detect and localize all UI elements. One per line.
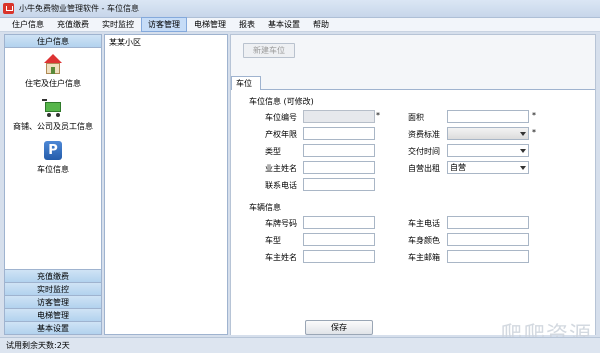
label-pay-time: 交付时间: [408, 147, 440, 156]
area-field[interactable]: [447, 110, 529, 123]
menu-payment[interactable]: 充值缴费: [51, 18, 95, 31]
label-type: 类型: [265, 147, 281, 156]
sidebar-section-elevator[interactable]: 电梯管理: [5, 308, 101, 321]
type-field[interactable]: [303, 144, 375, 157]
label-car-owner-email: 车主邮箱: [408, 253, 440, 262]
label-rent-mode: 自营出租: [408, 164, 440, 173]
sidebar-item-housing[interactable]: 住宅及住户信息: [5, 54, 101, 89]
label-car-type: 车型: [265, 236, 281, 245]
trial-days-status: 试用剩余天数:2天: [6, 341, 70, 350]
label-owner-name: 业主姓名: [265, 164, 297, 173]
sidebar-item-label: 住宅及住户信息: [25, 79, 81, 88]
sidebar-item-label: 商铺、公司及员工信息: [13, 122, 93, 131]
owner-name-field[interactable]: [303, 161, 375, 174]
tab-parking[interactable]: 车位: [231, 76, 261, 90]
label-car-owner-name: 车主姓名: [265, 253, 297, 262]
title-bar: 小牛免费物业管理软件 - 车位信息: [0, 0, 600, 18]
contact-field[interactable]: [303, 178, 375, 191]
required-mark: *: [376, 111, 380, 120]
sidebar-section-monitor[interactable]: 实时监控: [5, 282, 101, 295]
pay-time-select[interactable]: [447, 144, 529, 157]
chevron-down-icon: [520, 132, 526, 136]
shopping-cart-icon: [42, 97, 64, 119]
fee-standard-select[interactable]: [447, 127, 529, 140]
ownership-field[interactable]: [303, 127, 375, 140]
rent-mode-select[interactable]: 自营: [447, 161, 529, 174]
house-icon: [42, 54, 64, 76]
menu-settings[interactable]: 基本设置: [262, 18, 306, 31]
new-parking-button[interactable]: 新建车位: [243, 43, 295, 58]
save-button[interactable]: 保存: [305, 320, 373, 335]
sidebar-item-parking[interactable]: P 车位信息: [5, 140, 101, 175]
menu-elevator[interactable]: 电梯管理: [188, 18, 232, 31]
section-vehicle-info: 车辆信息: [249, 203, 281, 212]
menu-bar: 住户信息 充值缴费 实时监控 访客管理 电梯管理 报表 基本设置 帮助: [0, 17, 600, 32]
tab-content: 车位信息 (可修改) 车位编号 * 面积 * 产权年限 资费标准 * 类型 交付…: [231, 89, 595, 335]
label-ownership: 产权年限: [265, 130, 297, 139]
car-owner-name-field[interactable]: [303, 250, 375, 263]
label-car-owner-phone: 车主电话: [408, 219, 440, 228]
tree-panel: 某某小区: [104, 34, 228, 335]
car-type-field[interactable]: [303, 233, 375, 246]
tree-node-community[interactable]: 某某小区: [105, 35, 227, 50]
chevron-down-icon: [520, 149, 526, 153]
car-color-field[interactable]: [447, 233, 529, 246]
window-title: 小牛免费物业管理软件 - 车位信息: [19, 4, 139, 13]
sidebar: 住户信息 住宅及住户信息 商铺、公司及员工信息 P 车位信息 充值缴费 实时监控…: [4, 34, 102, 335]
chevron-down-icon: [520, 166, 526, 170]
sidebar-section-settings[interactable]: 基本设置: [5, 321, 101, 334]
plate-field[interactable]: [303, 216, 375, 229]
sidebar-item-label: 车位信息: [37, 165, 69, 174]
label-space-no: 车位编号: [265, 113, 297, 122]
label-plate: 车牌号码: [265, 219, 297, 228]
car-owner-email-field[interactable]: [447, 250, 529, 263]
parking-icon: P: [42, 140, 64, 162]
rent-mode-value: 自营: [450, 163, 466, 172]
space-no-field[interactable]: [303, 110, 375, 123]
menu-monitor[interactable]: 实时监控: [96, 18, 140, 31]
main-panel: 新建车位 车位 车位信息 (可修改) 车位编号 * 面积 * 产权年限 资费标准…: [230, 34, 596, 335]
car-owner-phone-field[interactable]: [447, 216, 529, 229]
label-area: 面积: [408, 113, 424, 122]
sidebar-section-payment[interactable]: 充值缴费: [5, 269, 101, 282]
label-fee-standard: 资费标准: [408, 130, 440, 139]
required-mark: *: [532, 128, 536, 137]
sidebar-header[interactable]: 住户信息: [5, 35, 101, 48]
menu-help[interactable]: 帮助: [307, 18, 335, 31]
status-bar: 试用剩余天数:2天: [0, 337, 600, 353]
menu-reports[interactable]: 报表: [233, 18, 261, 31]
label-contact: 联系电话: [265, 181, 297, 190]
section-parking-info: 车位信息 (可修改): [249, 97, 314, 106]
sidebar-section-visitors[interactable]: 访客管理: [5, 295, 101, 308]
app-icon: [3, 3, 14, 14]
required-mark: *: [532, 111, 536, 120]
menu-residents[interactable]: 住户信息: [6, 18, 50, 31]
label-car-color: 车身颜色: [408, 236, 440, 245]
menu-visitors[interactable]: 访客管理: [141, 17, 187, 32]
sidebar-item-shops[interactable]: 商铺、公司及员工信息: [5, 97, 101, 132]
